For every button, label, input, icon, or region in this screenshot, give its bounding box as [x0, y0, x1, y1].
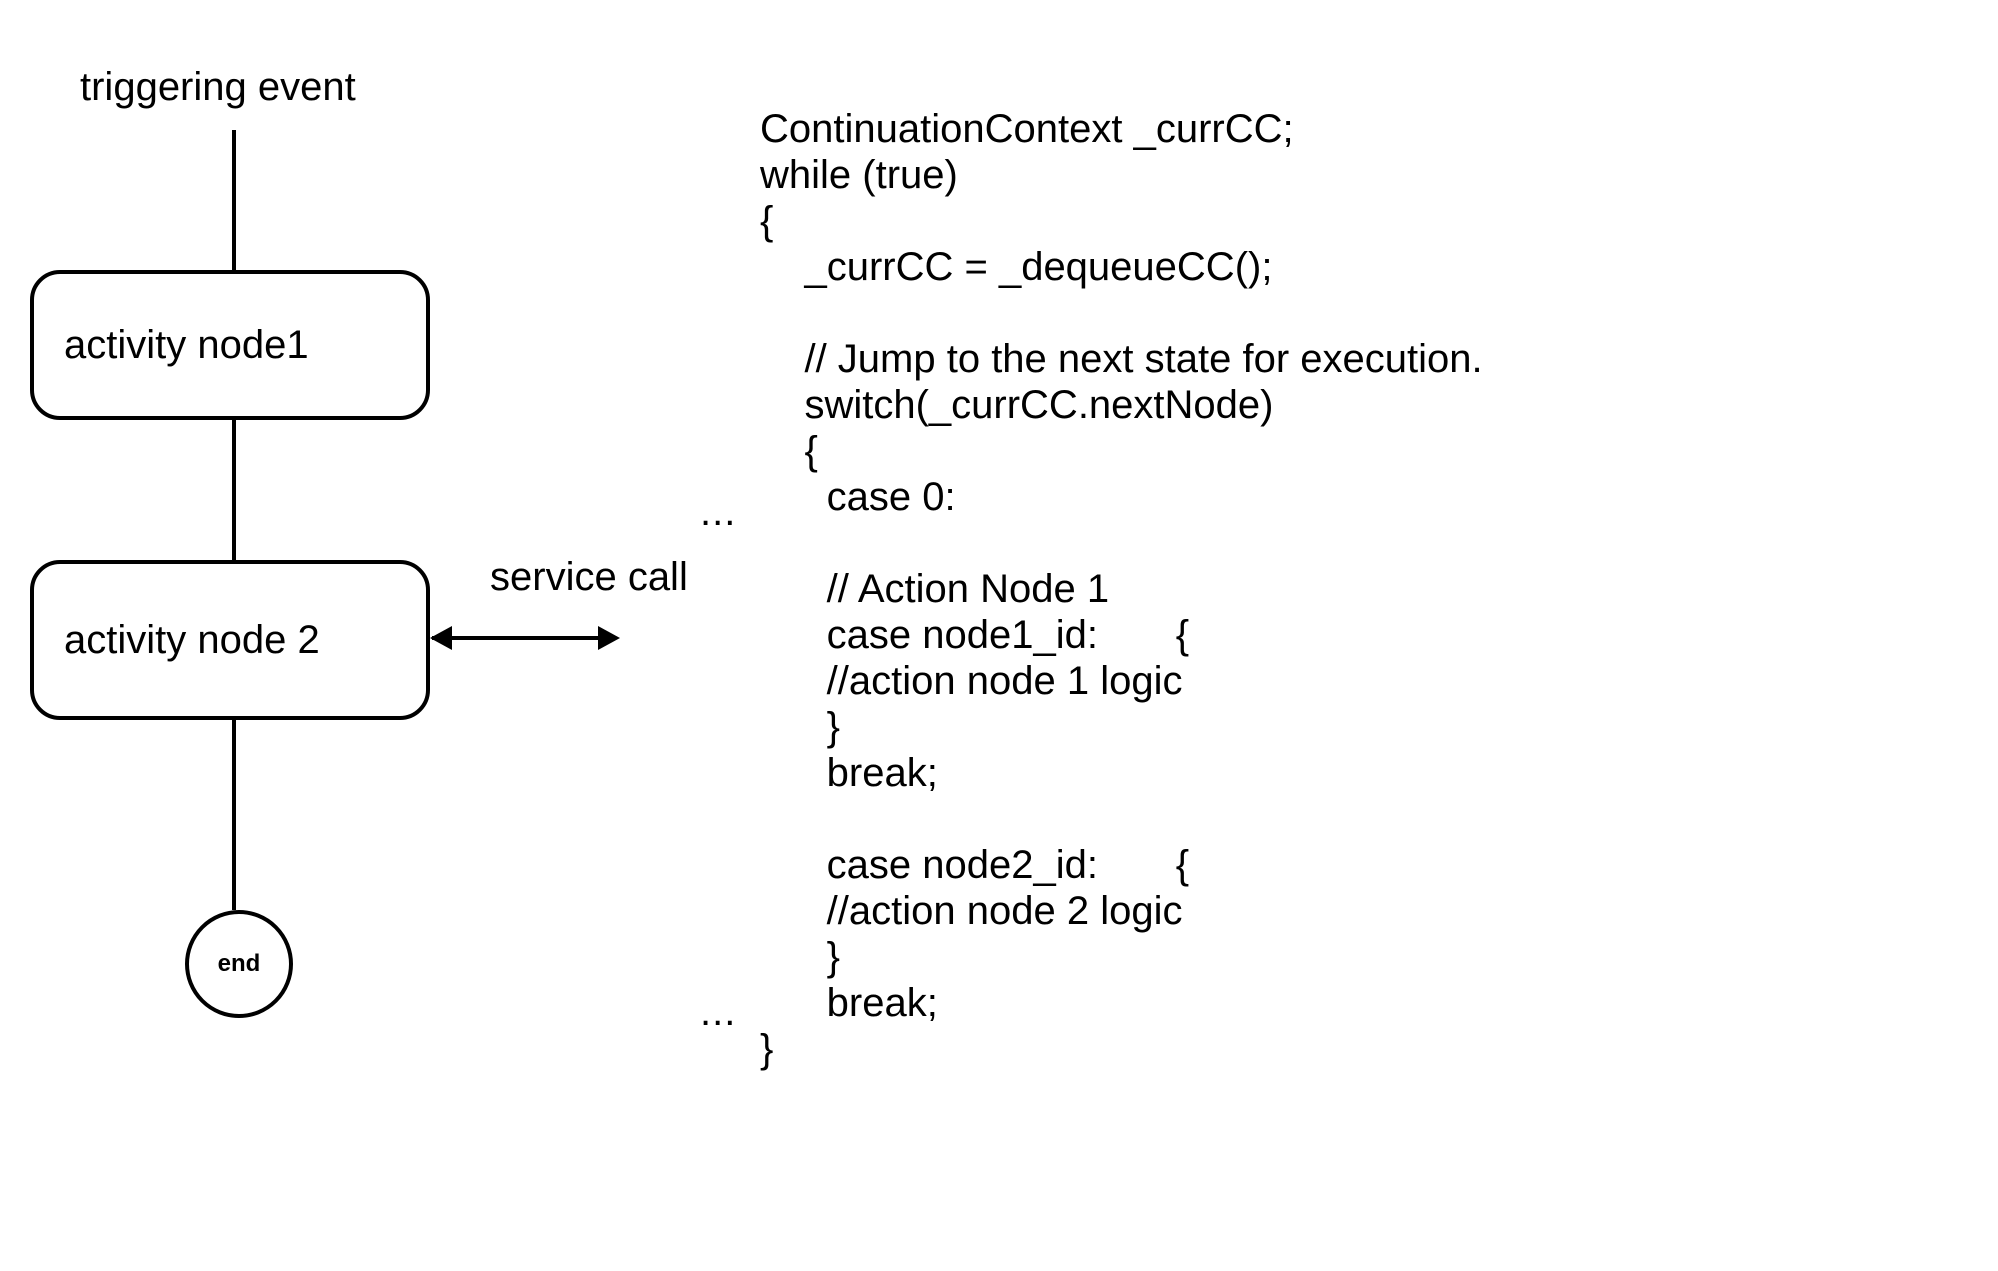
activity-node-2-label: activity node 2	[64, 618, 320, 663]
code-l21: }	[760, 1027, 773, 1071]
code-l17: case node2_id: {	[760, 843, 1189, 887]
activity-node-1: activity node1	[30, 270, 430, 420]
code-l12: case node1_id: {	[760, 613, 1189, 657]
trigger-label: triggering event	[80, 65, 356, 110]
line-trigger-to-node1	[232, 130, 236, 270]
code-block: ContinuationContext _currCC; while (true…	[760, 60, 1483, 1072]
code-l7: switch(_currCC.nextNode)	[760, 383, 1273, 427]
code-l19: }	[760, 935, 840, 979]
activity-node-2: activity node 2	[30, 560, 430, 720]
code-l14: }	[760, 705, 840, 749]
line-node2-to-end	[232, 720, 236, 910]
ellipsis-1: ...	[700, 490, 736, 535]
end-node-label: end	[218, 950, 261, 978]
code-l20: break;	[760, 981, 938, 1025]
code-l9: case 0:	[760, 475, 956, 519]
code-l13: //action node 1 logic	[760, 659, 1182, 703]
ellipsis-2: ...	[700, 990, 736, 1035]
service-call-line	[432, 636, 602, 640]
code-l6: // Jump to the next state for execution.	[760, 337, 1483, 381]
code-l1: ContinuationContext _currCC;	[760, 107, 1294, 151]
code-l4: _currCC = _dequeueCC();	[760, 245, 1272, 289]
code-l11: // Action Node 1	[760, 567, 1109, 611]
code-l3: {	[760, 199, 773, 243]
service-call-arrow-left	[430, 626, 452, 650]
end-node: end	[185, 910, 293, 1018]
code-l18: //action node 2 logic	[760, 889, 1182, 933]
code-l8: {	[760, 429, 818, 473]
service-call-label: service call	[490, 555, 688, 600]
line-node1-to-node2	[232, 420, 236, 560]
code-l15: break;	[760, 751, 938, 795]
service-call-arrow-right	[598, 626, 620, 650]
activity-node-1-label: activity node1	[64, 323, 309, 368]
code-l2: while (true)	[760, 153, 958, 197]
